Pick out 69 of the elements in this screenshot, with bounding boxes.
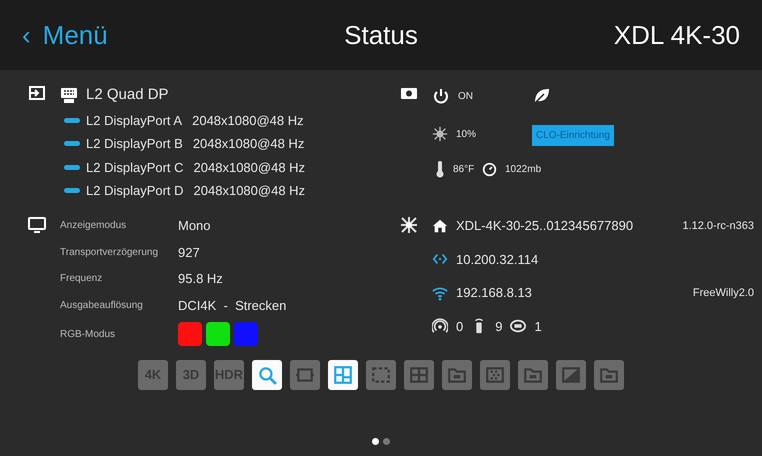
network-icon (400, 216, 418, 234)
diagonal-mode-button[interactable] (556, 360, 586, 390)
wifi-network-name: FreeWilly2.0 (692, 286, 754, 300)
port-name: L2 DisplayPort A (86, 112, 182, 130)
pressure-value: 1022mb (505, 162, 542, 176)
page-dot[interactable] (383, 438, 390, 445)
setting-value: 95.8 Hz (178, 270, 224, 288)
port-icon (64, 118, 80, 123)
page-title: Status (344, 18, 418, 52)
router-icon (510, 318, 526, 334)
setting-label: Frequenz (60, 272, 104, 286)
zoom-mode-button[interactable] (252, 360, 282, 390)
port-icon (64, 141, 80, 146)
folder-mode-button[interactable] (518, 360, 548, 390)
setting-value: 927 (178, 244, 201, 262)
sun-icon (432, 126, 448, 142)
setting-label: Transportverzögerung (60, 246, 160, 260)
power-icon (432, 87, 450, 105)
port-name: L2 DisplayPort D (86, 182, 184, 200)
grid-icon (409, 365, 429, 385)
zoom-icon (257, 365, 277, 385)
setting-label: Ausgabeauflösung (60, 298, 144, 313)
grid-mode-button[interactable] (404, 360, 434, 390)
setting-value: Mono (178, 217, 212, 235)
port-resolution: 2048x1080@48 Hz (194, 158, 306, 176)
folder-mode-button[interactable] (594, 360, 624, 390)
firmware-version: 1.12.0-rc-n363 (682, 218, 754, 234)
count-value: 0 (456, 318, 464, 336)
pattern-icon (485, 365, 505, 385)
quad-mode-button[interactable] (328, 360, 358, 390)
source-name: L2 Quad DP (86, 85, 169, 105)
page-dot[interactable] (372, 438, 379, 445)
home-icon (432, 218, 448, 234)
port-resolution: 2048x1080@48 Hz (192, 135, 304, 153)
count-value: 9 (495, 318, 502, 336)
port-name: L2 DisplayPort C (86, 158, 184, 177)
thermometer-icon (435, 160, 445, 178)
setting-label: RGB-Modus (60, 328, 116, 342)
back-button[interactable]: ‹ Menü (22, 16, 108, 54)
gauge-icon (482, 162, 497, 176)
wifi-address: 192.168.8.13 (456, 284, 532, 302)
port-icon (64, 188, 80, 194)
port-name: L2 DisplayPort B (86, 135, 183, 153)
pattern-mode-button[interactable] (480, 360, 510, 390)
port-icon (64, 164, 80, 170)
power-status: ON (458, 90, 473, 104)
hostname: XDL-4K-30-25..012345677890 (456, 217, 634, 235)
lan-address: 10.200.32.114 (456, 250, 538, 268)
wifi-icon (432, 284, 448, 301)
port-resolution: 2048x1080@48 Hz (194, 182, 306, 200)
frame-mode-button[interactable] (290, 360, 320, 390)
monitor-icon (28, 216, 46, 234)
folder-mode-button[interactable] (442, 360, 472, 390)
diagonal-icon (561, 365, 581, 385)
setting-label: Anzeigemodus (60, 219, 128, 234)
device-name: XDL 4K-30 (614, 18, 740, 52)
quad-icon (333, 365, 353, 385)
setting-value: DCI4K - Strecken (178, 296, 286, 314)
hotspot-icon (432, 318, 448, 334)
leaf-icon (532, 86, 550, 105)
connector-icon (60, 86, 78, 104)
port-resolution: 2048x1080@48 Hz (192, 112, 304, 130)
count-value: 1 (534, 318, 542, 336)
input-icon (28, 84, 46, 102)
clo-setup-button[interactable]: CLO-Einrichtung (532, 125, 614, 146)
brightness-value: 10% (456, 128, 476, 142)
dashed-icon (371, 365, 391, 385)
temperature-value: 86°F (453, 162, 474, 176)
dashed-mode-button[interactable] (366, 360, 396, 390)
